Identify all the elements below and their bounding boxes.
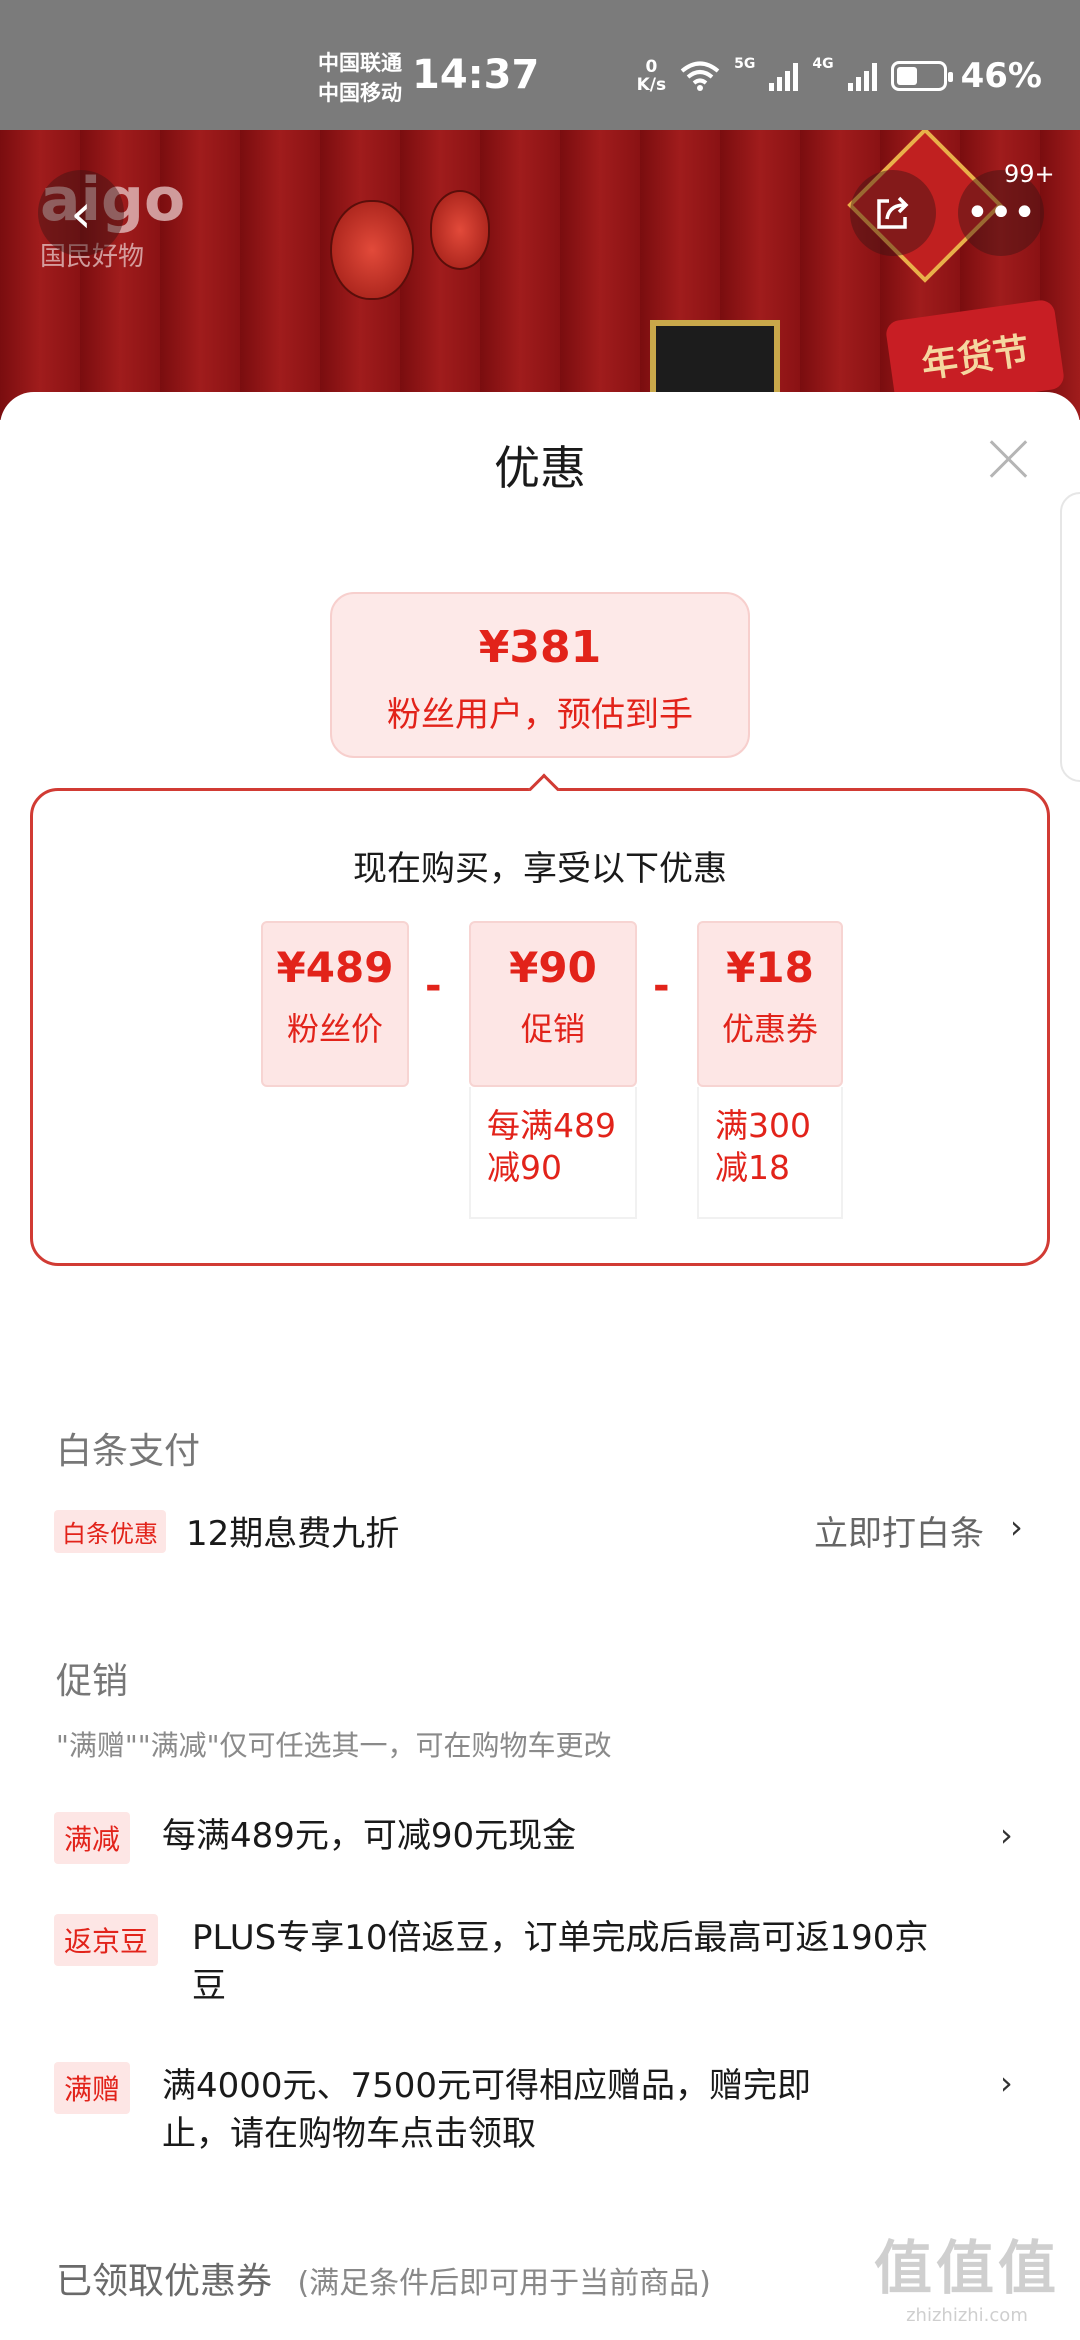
estimated-price-card: ¥381 粉丝用户，预估到手 [330, 592, 750, 758]
carrier-1: 中国联通 [318, 51, 402, 75]
baitiao-section-title: 白条支付 [56, 1431, 201, 1472]
promotion-condition-line1: 每满489 [487, 1106, 616, 1145]
watermark-logo: 值值值 [873, 2234, 1060, 2302]
breakdown-heading: 现在购买，享受以下优惠 [353, 849, 727, 889]
back-button[interactable]: ‹ [38, 170, 124, 256]
baitiao-offer-text: 12期息费九折 [186, 1514, 400, 1554]
promotion-condition: 每满489 减90 [469, 1087, 637, 1219]
coupon-section-title: 已领取优惠券 [56, 2261, 273, 2302]
battery-percent: 46% [960, 56, 1042, 96]
promotion-section-title: 促销 [56, 1661, 129, 1702]
promotion-text-line1: PLUS专享10倍返豆，订单完成后最高可返190京 [192, 1918, 929, 1958]
share-icon [877, 196, 909, 229]
promotion-chip: ¥90 促销 [469, 921, 637, 1087]
watermark-url: zhizhizhi.com [906, 2305, 1028, 2326]
coupon-label: 优惠券 [721, 1010, 818, 1048]
coupon-amount: ¥18 [726, 943, 814, 992]
minus-sign: - [653, 963, 670, 1009]
coupon-section-note: (满足条件后即可用于当前商品) [297, 2266, 711, 2301]
estimated-price-label: 粉丝用户，预估到手 [387, 695, 693, 735]
discount-breakdown: 现在购买，享受以下优惠 ¥489 粉丝价 - ¥90 促销 每满489 减90 … [30, 773, 1050, 1266]
promotion-tag: 返京豆 [54, 1914, 159, 1966]
site-watermark: 值值值 zhizhizhi.com [874, 2221, 1060, 2326]
chevron-right-icon: › [1010, 1508, 1023, 1546]
baitiao-tag: 白条优惠 [54, 1510, 166, 1553]
promotion-hint: "满赠""满减"仅可任选其一，可在购物车更改 [56, 1729, 612, 1762]
coupon-condition-line1: 满300 [715, 1106, 811, 1145]
chevron-left-icon: ‹ [70, 181, 92, 245]
chevron-right-icon: › [1000, 1816, 1013, 1854]
network-speed-unit: K/s [636, 75, 667, 95]
promotion-text-line2: 豆 [192, 1966, 226, 2006]
message-badge: 99+ [1004, 160, 1055, 188]
network-type-2: 4G [812, 56, 834, 72]
sheet-title: 优惠 [494, 441, 586, 495]
share-button[interactable] [850, 170, 936, 256]
wifi-icon [680, 61, 720, 91]
promotion-text-line1: 满4000元、7500元可得相应赠品，赠完即 [162, 2066, 812, 2106]
battery-fill [896, 67, 917, 85]
callout-notch [528, 773, 560, 805]
network-speed-value: 0 [645, 57, 658, 77]
promotion-amount: ¥90 [509, 943, 597, 992]
minus-sign: - [425, 963, 442, 1009]
lantern-decoration [330, 200, 414, 300]
more-dots-icon: ••• [965, 190, 1037, 236]
coupon-section: 已领取优惠券 (满足条件后即可用于当前商品) [56, 2252, 711, 2304]
promotion-condition-line2: 减90 [487, 1148, 562, 1187]
coupon-chip: ¥18 优惠券 [697, 921, 843, 1087]
status-time: 14:37 [412, 52, 540, 98]
promotion-tag: 满减 [54, 1812, 131, 1864]
network-type-1: 5G [734, 56, 756, 72]
promotion-tag: 满赠 [54, 2062, 131, 2114]
signal-bars-2-icon [847, 61, 877, 91]
coupon-condition: 满300 减18 [697, 1087, 843, 1219]
estimated-price: ¥381 [478, 622, 602, 673]
product-banner: 年货节 aigo 国民好物 ‹ ••• 99+ [0, 130, 1080, 420]
carrier-2: 中国移动 [318, 81, 402, 105]
baitiao-link[interactable]: 立即打白条 [814, 1506, 984, 1555]
signal-bars-1-icon [769, 61, 799, 91]
status-icons: 0 K/s 5G 4G 46% [637, 56, 1042, 96]
lantern-decoration [430, 190, 490, 270]
discount-sheet: 优惠 ¥381 粉丝用户，预估到手 现在购买，享受以下优惠 ¥489 粉丝价 -… [0, 392, 1080, 2340]
coupon-condition-line2: 减18 [715, 1148, 790, 1187]
battery-icon [890, 61, 953, 91]
status-bar: 中国联通 中国移动 14:37 0 K/s 5G 4G 46% [0, 0, 1080, 130]
side-handle [1060, 492, 1080, 782]
carrier-names: 中国联通 中国移动 [318, 48, 402, 108]
promotion-text-line2: 止，请在购物车点击领取 [162, 2114, 536, 2154]
promotion-label: 促销 [520, 1010, 585, 1048]
close-icon[interactable] [988, 438, 1030, 480]
chevron-right-icon: › [1000, 2064, 1013, 2102]
fan-price-chip: ¥489 粉丝价 [261, 921, 409, 1087]
fan-price-label: 粉丝价 [286, 1010, 383, 1048]
promotion-text: 每满489元，可减90元现金 [162, 1816, 577, 1856]
network-speed: 0 K/s [637, 58, 667, 94]
fan-price-amount: ¥489 [276, 943, 394, 992]
